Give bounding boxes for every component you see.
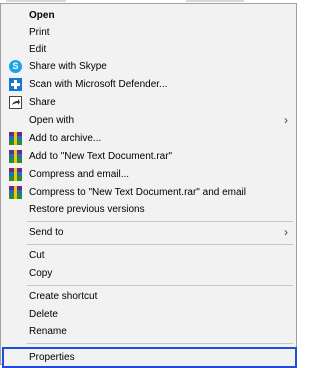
background-text-fragment [186, 0, 244, 2]
menu-item-delete[interactable]: Delete [1, 306, 296, 323]
menu-item-open-with[interactable]: Open with › [1, 112, 296, 129]
menu-item-properties[interactable]: Properties [2, 347, 297, 368]
menu-item-rename[interactable]: Rename [1, 323, 296, 340]
menu-item-label: Share with Skype [29, 61, 107, 72]
menu-item-label: Open with [29, 115, 75, 126]
menu-item-label: Create shortcut [29, 291, 98, 302]
menu-item-label: Cut [29, 250, 45, 261]
menu-item-share-with-skype[interactable]: S Share with Skype [1, 58, 296, 75]
context-menu: Open Print Edit S Share with Skype Scan … [0, 3, 297, 368]
menu-item-label: Delete [29, 309, 58, 320]
chevron-right-icon: › [284, 225, 288, 239]
defender-icon [9, 78, 22, 91]
menu-item-label: Compress to "New Text Document.rar" and … [29, 187, 246, 198]
chevron-right-icon: › [284, 113, 288, 127]
winrar-icon [9, 132, 22, 145]
menu-item-label: Compress and email... [29, 169, 130, 180]
menu-separator [27, 221, 293, 222]
menu-item-restore-previous[interactable]: Restore previous versions [1, 201, 296, 218]
menu-item-label: Print [29, 27, 50, 38]
menu-item-label: Open [29, 10, 55, 21]
menu-item-add-to-archive[interactable]: Add to archive... [1, 130, 296, 147]
menu-item-create-shortcut[interactable]: Create shortcut [1, 288, 296, 305]
background-text-fragment [6, 0, 66, 2]
share-icon [9, 96, 22, 109]
menu-item-edit[interactable]: Edit [1, 41, 296, 58]
menu-item-scan-defender[interactable]: Scan with Microsoft Defender... [1, 76, 296, 93]
winrar-icon [9, 186, 22, 199]
menu-item-label: Edit [29, 44, 47, 55]
menu-item-label: Restore previous versions [29, 204, 145, 215]
menu-item-label: Share [29, 97, 56, 108]
menu-item-label: Properties [29, 352, 75, 363]
menu-item-open[interactable]: Open [1, 7, 296, 24]
menu-separator [27, 285, 293, 286]
menu-item-label: Add to archive... [29, 133, 102, 144]
menu-item-share[interactable]: Share [1, 94, 296, 111]
menu-item-label: Scan with Microsoft Defender... [29, 79, 168, 90]
menu-item-label: Add to "New Text Document.rar" [29, 151, 173, 162]
menu-item-compress-rar-email[interactable]: Compress to "New Text Document.rar" and … [1, 184, 296, 201]
menu-item-compress-email[interactable]: Compress and email... [1, 166, 296, 183]
menu-item-label: Send to [29, 227, 64, 238]
menu-item-copy[interactable]: Copy [1, 265, 296, 282]
menu-item-add-to-rar[interactable]: Add to "New Text Document.rar" [1, 148, 296, 165]
winrar-icon [9, 168, 22, 181]
menu-item-print[interactable]: Print [1, 24, 296, 41]
menu-separator [27, 343, 293, 344]
winrar-icon [9, 150, 22, 163]
menu-item-send-to[interactable]: Send to › [1, 224, 296, 241]
menu-item-label: Copy [29, 268, 53, 279]
menu-separator [27, 244, 293, 245]
menu-item-label: Rename [29, 326, 67, 337]
menu-item-cut[interactable]: Cut [1, 247, 296, 264]
skype-icon: S [9, 60, 22, 73]
